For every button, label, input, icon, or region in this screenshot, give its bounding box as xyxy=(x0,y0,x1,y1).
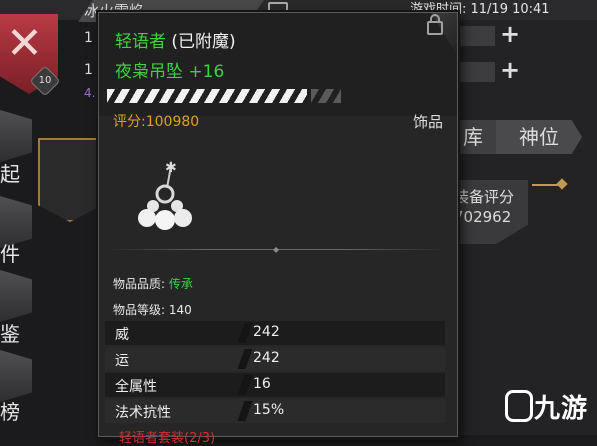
stat-separator xyxy=(237,401,253,421)
left-level-1: 1 xyxy=(84,30,93,46)
item-quality: 物品品质: 传承 xyxy=(113,275,193,292)
stat-row: 运 242 xyxy=(105,347,445,371)
stat-name: 全属性 xyxy=(115,379,157,395)
svg-text:✱: ✱ xyxy=(165,160,177,176)
add-icon[interactable]: + xyxy=(500,58,520,82)
crossed-swords-icon: ✕ xyxy=(6,18,43,69)
durability-bar xyxy=(107,89,307,103)
quality-label: 物品品质: xyxy=(113,277,166,291)
stat-value: 15% xyxy=(253,402,285,418)
side-button-1[interactable] xyxy=(0,110,32,162)
divider-ornament: ◆ xyxy=(273,245,280,254)
item-tooltip: 轻语者 (已附魔) 夜枭吊坠 +16 评分:100980 饰品 ✱ ◆ 物品品质… xyxy=(98,12,458,446)
resource-bar-2 xyxy=(455,62,495,82)
stat-value: 242 xyxy=(253,350,280,366)
equip-score-value: 702962 xyxy=(454,208,512,226)
left-level-2: 1 xyxy=(84,62,93,78)
side-label-2[interactable]: 件 xyxy=(0,238,20,267)
item-name: 夜枭吊坠 +16 xyxy=(115,62,225,82)
side-label-3[interactable]: 鉴 xyxy=(0,318,20,347)
watermark-text: 九游 xyxy=(534,394,589,424)
stat-name: 法术抗性 xyxy=(115,405,171,421)
side-button-4[interactable] xyxy=(0,350,32,402)
resource-bar-1 xyxy=(455,26,495,46)
equip-score-label: 装备评分 xyxy=(454,188,515,206)
pendant-icon: ✱ xyxy=(138,160,192,230)
stat-name: 运 xyxy=(115,353,129,369)
stat-row: 威 242 xyxy=(105,321,445,345)
left-purple-value: 4. xyxy=(84,86,96,100)
side-label-1[interactable]: 起 xyxy=(0,158,20,187)
stat-separator xyxy=(237,375,253,395)
stat-separator xyxy=(237,323,253,343)
guild-banner xyxy=(38,138,102,222)
quality-value: 传承 xyxy=(168,277,193,291)
stat-separator xyxy=(237,349,253,369)
durability-bar-empty xyxy=(311,89,341,103)
stat-value: 242 xyxy=(253,324,280,340)
stat-row: 全属性 16 xyxy=(105,373,445,397)
item-level: 物品等级: 140 xyxy=(113,303,192,317)
watermark-logo-icon xyxy=(505,390,533,422)
side-label-4[interactable]: 榜 xyxy=(0,396,20,425)
item-set-title: 轻语者 (已附魔) xyxy=(115,27,236,52)
side-button-3[interactable] xyxy=(0,270,32,322)
stat-value: 16 xyxy=(253,376,271,392)
set-bonus-title: 轻语者套装(2/3) xyxy=(119,431,216,446)
item-type: 饰品 xyxy=(412,113,443,131)
stat-name: 威 xyxy=(115,327,129,343)
enchant-status: (已附魔) xyxy=(171,32,236,52)
item-score: 评分:100980 xyxy=(113,114,200,130)
add-icon[interactable]: + xyxy=(500,22,520,46)
lock-icon[interactable] xyxy=(427,14,443,35)
set-name: 轻语者 xyxy=(115,32,166,52)
arrow-decoration-icon xyxy=(532,184,562,186)
stat-row: 法术抗性 15% xyxy=(105,399,445,423)
tab-divine[interactable]: 神位 xyxy=(496,120,582,154)
